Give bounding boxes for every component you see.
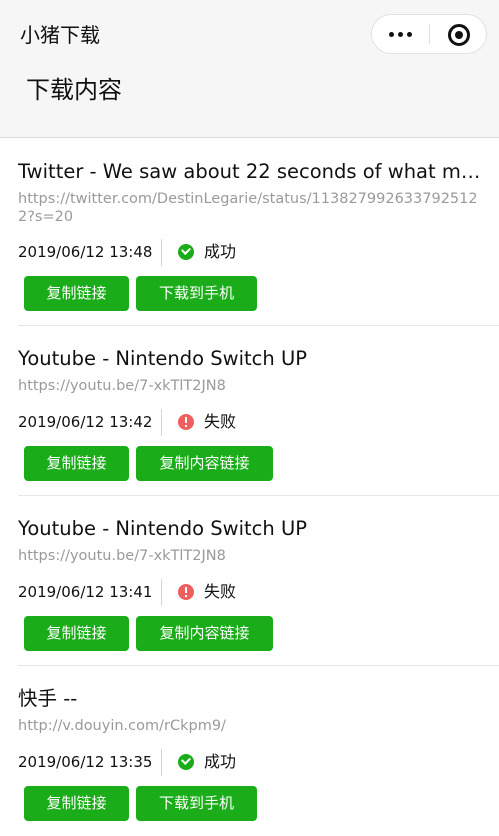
status-text: 成功 bbox=[204, 242, 237, 261]
copy-content-link-button[interactable]: 复制内容链接 bbox=[136, 616, 273, 651]
download-to-phone-button[interactable]: 下载到手机 bbox=[136, 786, 257, 821]
item-meta: 2019/06/12 13:48 成功 bbox=[18, 239, 488, 267]
item-title: Youtube - Nintendo Switch UP bbox=[18, 517, 307, 540]
item-buttons: 复制链接 复制内容链接 bbox=[24, 446, 484, 482]
item-title: Youtube - Nintendo Switch UP bbox=[18, 347, 307, 370]
list-item: Youtube - Nintendo Switch UP https://you… bbox=[18, 326, 499, 496]
copy-content-link-button[interactable]: 复制内容链接 bbox=[136, 446, 273, 481]
item-title: Twitter - We saw about 22 seconds of wha… bbox=[18, 160, 488, 183]
item-buttons: 复制链接 下载到手机 bbox=[24, 786, 484, 822]
error-circle-icon bbox=[178, 414, 194, 430]
status-text: 成功 bbox=[204, 752, 237, 771]
item-buttons: 复制链接 复制内容链接 bbox=[24, 616, 484, 652]
check-circle-icon bbox=[178, 244, 194, 260]
item-meta: 2019/06/12 13:41 失败 bbox=[18, 579, 488, 607]
copy-link-button[interactable]: 复制链接 bbox=[24, 276, 129, 311]
divider bbox=[161, 409, 162, 436]
item-url: https://twitter.com/DestinLegarie/status… bbox=[18, 191, 478, 225]
copy-link-button[interactable]: 复制链接 bbox=[24, 786, 129, 821]
item-meta: 2019/06/12 13:35 成功 bbox=[18, 749, 488, 777]
download-to-phone-button[interactable]: 下载到手机 bbox=[136, 276, 257, 311]
divider bbox=[161, 579, 162, 606]
list-item: 快手 -- http://v.douyin.com/rCkpm9/ 2019/0… bbox=[18, 666, 499, 836]
app-title: 小猪下载 bbox=[20, 23, 100, 47]
status-text: 失败 bbox=[204, 582, 237, 601]
top-bar: 小猪下载 下载内容 bbox=[0, 0, 499, 138]
check-circle-icon bbox=[178, 754, 194, 770]
menu-capsule bbox=[371, 14, 487, 54]
list-item: Youtube - Nintendo Switch UP https://you… bbox=[18, 496, 499, 666]
item-title: 快手 -- bbox=[18, 687, 78, 710]
item-time: 2019/06/12 13:48 bbox=[18, 243, 153, 261]
item-time: 2019/06/12 13:42 bbox=[18, 413, 153, 431]
status-text: 失败 bbox=[204, 412, 237, 431]
list-item: Twitter - We saw about 22 seconds of wha… bbox=[18, 139, 499, 326]
item-url: https://youtu.be/7-xkTlT2JN8 bbox=[18, 378, 226, 394]
item-time: 2019/06/12 13:41 bbox=[18, 583, 153, 601]
item-time: 2019/06/12 13:35 bbox=[18, 753, 153, 771]
copy-link-button[interactable]: 复制链接 bbox=[24, 446, 129, 481]
more-dots-icon[interactable] bbox=[372, 15, 429, 53]
item-buttons: 复制链接 下载到手机 bbox=[24, 276, 484, 312]
divider bbox=[161, 239, 162, 266]
close-target-icon[interactable] bbox=[430, 15, 486, 53]
page-title: 下载内容 bbox=[26, 76, 122, 104]
divider bbox=[161, 749, 162, 776]
download-list: Twitter - We saw about 22 seconds of wha… bbox=[0, 139, 499, 836]
item-meta: 2019/06/12 13:42 失败 bbox=[18, 409, 488, 437]
item-url: http://v.douyin.com/rCkpm9/ bbox=[18, 718, 226, 734]
error-circle-icon bbox=[178, 584, 194, 600]
item-url: https://youtu.be/7-xkTlT2JN8 bbox=[18, 548, 226, 564]
copy-link-button[interactable]: 复制链接 bbox=[24, 616, 129, 651]
